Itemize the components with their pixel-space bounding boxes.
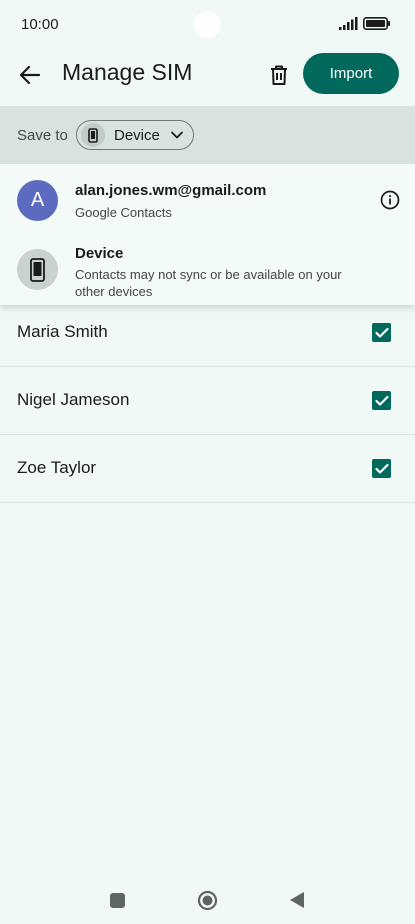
menu-item-title: Device (75, 245, 124, 262)
contact-name: Maria Smith (17, 322, 108, 341)
app-bar: Manage SIM Import (0, 48, 415, 106)
signal-icon (339, 17, 358, 30)
camera-cutout (194, 11, 221, 38)
contact-checkbox[interactable] (372, 391, 391, 410)
battery-icon (363, 17, 390, 30)
delete-button[interactable] (260, 56, 298, 94)
back-button[interactable] (11, 56, 49, 94)
recents-button[interactable] (110, 893, 125, 908)
menu-item-title: alan.jones.wm@gmail.com (75, 182, 267, 199)
checkmark-icon (374, 463, 389, 474)
menu-item-device[interactable]: Device Contacts may not sync or be avail… (0, 234, 415, 304)
smartphone-icon (30, 257, 45, 282)
info-icon[interactable] (379, 189, 401, 211)
save-to-bar: Save to Device (0, 106, 415, 164)
import-button[interactable]: Import (303, 53, 399, 94)
chip-device-avatar (81, 123, 105, 147)
menu-item-subtitle: Google Contacts (75, 205, 172, 220)
device-avatar (17, 249, 58, 290)
nav-back-button[interactable] (289, 891, 305, 909)
page-title: Manage SIM (62, 59, 193, 85)
contact-row[interactable]: Maria Smith (0, 299, 415, 367)
account-selector-chip[interactable]: Device (76, 120, 194, 150)
arrow-back-icon (20, 66, 40, 84)
chip-label: Device (114, 127, 160, 144)
system-nav-bar (0, 876, 415, 924)
save-to-label: Save to (17, 127, 68, 144)
contact-checkbox[interactable] (372, 459, 391, 478)
status-bar: 10:00 (0, 0, 415, 48)
account-dropdown-menu: A alan.jones.wm@gmail.com Google Contact… (0, 164, 415, 305)
menu-item-google-account[interactable]: A alan.jones.wm@gmail.com Google Contact… (0, 164, 415, 234)
contact-list: Maria Smith Nigel Jameson Zoe Taylor (0, 299, 415, 503)
checkmark-icon (374, 395, 389, 406)
status-time: 10:00 (21, 16, 59, 33)
menu-item-subtitle: Contacts may not sync or be available on… (75, 267, 342, 299)
contact-name: Nigel Jameson (17, 390, 130, 409)
contact-name: Zoe Taylor (17, 458, 97, 477)
chevron-down-icon (171, 131, 183, 139)
checkmark-icon (374, 327, 389, 338)
smartphone-icon (88, 127, 98, 143)
home-button[interactable] (197, 890, 218, 911)
contact-row[interactable]: Zoe Taylor (0, 435, 415, 503)
contact-checkbox[interactable] (372, 323, 391, 342)
contact-row[interactable]: Nigel Jameson (0, 367, 415, 435)
account-avatar: A (17, 180, 58, 221)
trash-icon (271, 65, 287, 85)
